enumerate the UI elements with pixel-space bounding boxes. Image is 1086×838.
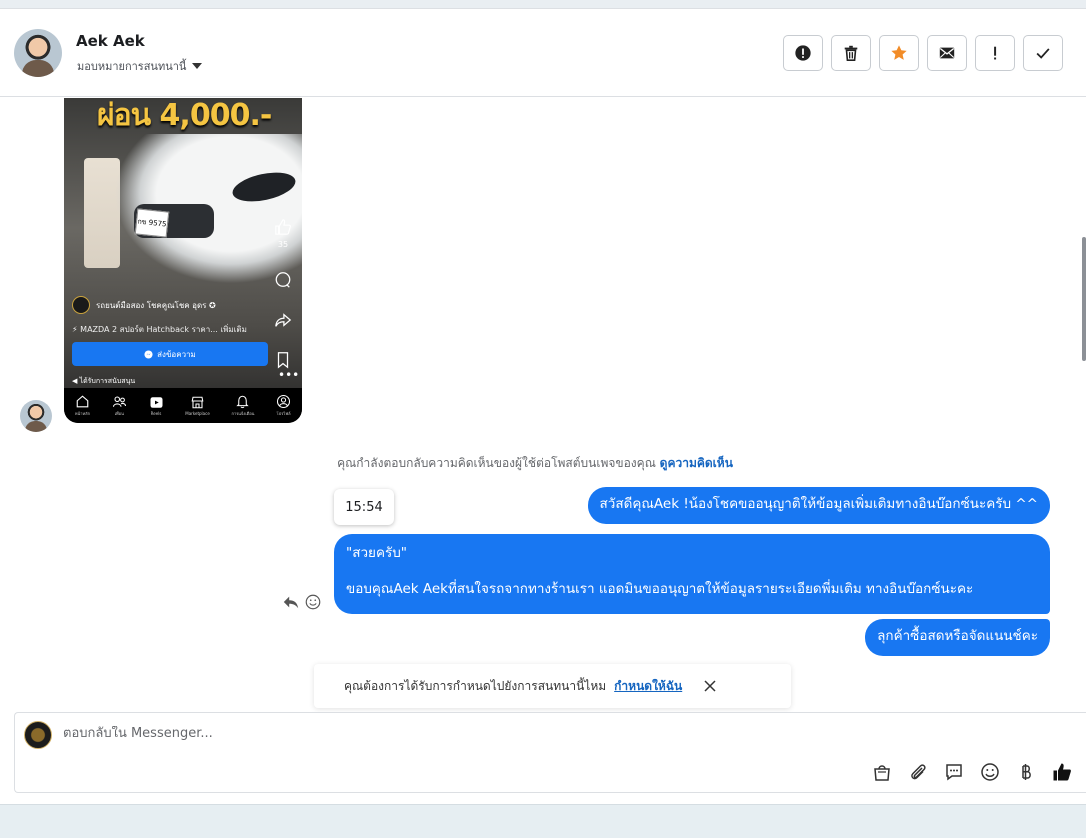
message-quote-line: "สวยครับ" (346, 545, 408, 561)
view-comment-link[interactable]: ดูความคิดเห็น (660, 456, 733, 470)
page-avatar (24, 721, 52, 749)
follow-up-button[interactable] (975, 35, 1015, 71)
bell-icon (236, 395, 250, 409)
comment-icon (275, 272, 291, 288)
emoji-button[interactable] (979, 761, 1001, 783)
shopping-bag-icon (874, 765, 890, 781)
profile-icon (277, 394, 291, 409)
comment-context-notice: คุณกำลังตอบกลับความคิดเห็นของผู้ใช้ต่อโพ… (0, 454, 1070, 473)
header-actions (783, 35, 1063, 71)
post-tab-label: การแจ้งเตือน (231, 411, 255, 416)
sender-avatar[interactable] (20, 400, 52, 432)
payment-button[interactable] (1015, 761, 1037, 783)
scrollbar-thumb[interactable] (1082, 237, 1086, 361)
post-tab-bar: หน้าหลัก เพื่อน Reels Marketplace การแจ้… (64, 388, 302, 423)
shared-post-image[interactable]: กข 9575 ผ่อน 4,000.- 35 รถยนต์มือสอง โชค… (64, 98, 302, 423)
emoji-icon (981, 763, 999, 781)
thumbs-up-outline-icon (275, 219, 291, 235)
close-icon[interactable] (704, 680, 716, 692)
post-page-name: รถยนต์มือสอง โชคคูณโชค อุดร ✪ (96, 300, 216, 310)
marketplace-icon (191, 396, 204, 409)
post-tab-label: Reels (150, 411, 162, 416)
post-tab-reels: Reels (149, 395, 164, 416)
post-tab-label: Marketplace (185, 411, 210, 416)
sponsored-label: ได้รับการสนับสนุน (79, 377, 136, 385)
reply-input[interactable] (63, 726, 963, 741)
contact-name[interactable]: Aek Aek (76, 32, 145, 50)
post-tab-label: เพื่อน (114, 411, 124, 416)
thumbs-up-icon (1053, 763, 1071, 781)
post-tab-notifications: การแจ้งเตือน (231, 394, 255, 417)
reply-icon[interactable] (282, 593, 300, 611)
assign-label: มอบหมายการสนทนานี้ (77, 60, 187, 73)
report-spam-button[interactable] (783, 35, 823, 71)
attach-button[interactable] (907, 761, 929, 783)
post-page-line: รถยนต์มือสอง โชคคูณโชค อุดร ✪ (72, 296, 216, 314)
caret-down-icon (192, 63, 203, 69)
message-text-line: ขอบคุณAek Aekที่สนใจรถจากทางร้านเรา แอดม… (346, 581, 974, 598)
emoji-react-icon[interactable] (304, 593, 322, 611)
envelope-icon (939, 47, 955, 59)
contact-avatar[interactable] (14, 29, 62, 77)
exclamation-circle-icon (795, 45, 811, 61)
more-dots-icon: ••• (278, 368, 300, 382)
check-icon (1036, 48, 1050, 59)
message-thread: กข 9575 ผ่อน 4,000.- 35 รถยนต์มือสอง โชค… (0, 98, 1078, 713)
outgoing-message-bubble[interactable]: "สวยครับ" ขอบคุณAek Aekที่สนใจรถจากทางร้… (334, 534, 1050, 614)
post-sponsored: ◀ ได้รับการสนับสนุน (72, 376, 135, 387)
paperclip-icon (911, 764, 926, 780)
megaphone-icon: ◀ (72, 377, 80, 385)
conversation-header: Aek Aek มอบหมายการสนทนานี้ (0, 9, 1086, 97)
comment-context-text: คุณกำลังตอบกลับความคิดเห็นของผู้ใช้ต่อโพ… (337, 456, 656, 470)
like-button[interactable] (1051, 761, 1073, 783)
messenger-icon (144, 349, 153, 359)
post-tab-label: หน้าหลัก (74, 411, 91, 416)
mark-unread-button[interactable] (927, 35, 967, 71)
mark-done-button[interactable] (1023, 35, 1063, 71)
post-page-avatar (72, 296, 90, 314)
star-icon (891, 45, 907, 60)
home-icon (76, 395, 89, 408)
assign-to-me-prompt: คุณต้องการได้รับการกำหนดไปยังการสนทนานี้… (314, 664, 791, 708)
assign-dropdown[interactable]: มอบหมายการสนทนานี้ (77, 57, 203, 75)
saved-reply-button[interactable] (943, 761, 965, 783)
post-tab-profile: โปรไฟล์ (276, 394, 291, 417)
post-side-actions: 35 (274, 218, 292, 369)
delete-button[interactable] (831, 35, 871, 71)
trash-icon (844, 45, 858, 62)
bottom-strip (0, 804, 1086, 838)
post-tab-home: หน้าหลัก (75, 394, 90, 417)
post-send-message-button: ส่งข้อความ (72, 342, 268, 366)
share-icon (275, 313, 292, 327)
assign-to-me-link[interactable]: กำหนดให้ฉัน (614, 677, 682, 696)
message-hover-tools (282, 593, 322, 611)
post-tab-marketplace: Marketplace (185, 395, 210, 416)
post-tab-friends: เพื่อน (112, 394, 127, 417)
reels-icon (150, 397, 163, 408)
outgoing-message-bubble[interactable]: สวัสดีคุณAek !น้องโชคขออนุญาติให้ข้อมูลเ… (587, 487, 1050, 524)
bookmark-icon (277, 352, 289, 369)
baht-icon (1022, 764, 1031, 780)
assign-prompt-text: คุณต้องการได้รับการกำหนดไปยังการสนทนานี้… (344, 678, 607, 693)
conversation-panel: Aek Aek มอบหมายการสนทนานี้ กข 9575 ผ่อน … (0, 8, 1086, 804)
post-send-message-label: ส่งข้อความ (157, 349, 196, 359)
friends-icon (112, 396, 126, 407)
saved-reply-icon (946, 764, 962, 781)
exclamation-icon (994, 46, 997, 60)
star-button[interactable] (879, 35, 919, 71)
post-description: ⚡ MAZDA 2 สปอร์ต Hatchback ราคา... เพิ่ม… (72, 325, 247, 334)
composer-tools (871, 761, 1073, 783)
message-time-tooltip: 15:54 (334, 489, 394, 525)
reply-composer (14, 712, 1086, 793)
shopping-bag-button[interactable] (871, 761, 893, 783)
license-plate: กข 9575 (134, 208, 170, 238)
outgoing-message-bubble[interactable]: ลุกค้าซื้อสดหรือจัดแนนช์คะ (865, 619, 1050, 656)
scrollbar-track[interactable] (1082, 99, 1086, 811)
post-tab-label: โปรไฟล์ (276, 411, 291, 416)
post-price-text: ผ่อน 4,000.- (97, 98, 272, 133)
like-count: 35 (277, 240, 289, 249)
